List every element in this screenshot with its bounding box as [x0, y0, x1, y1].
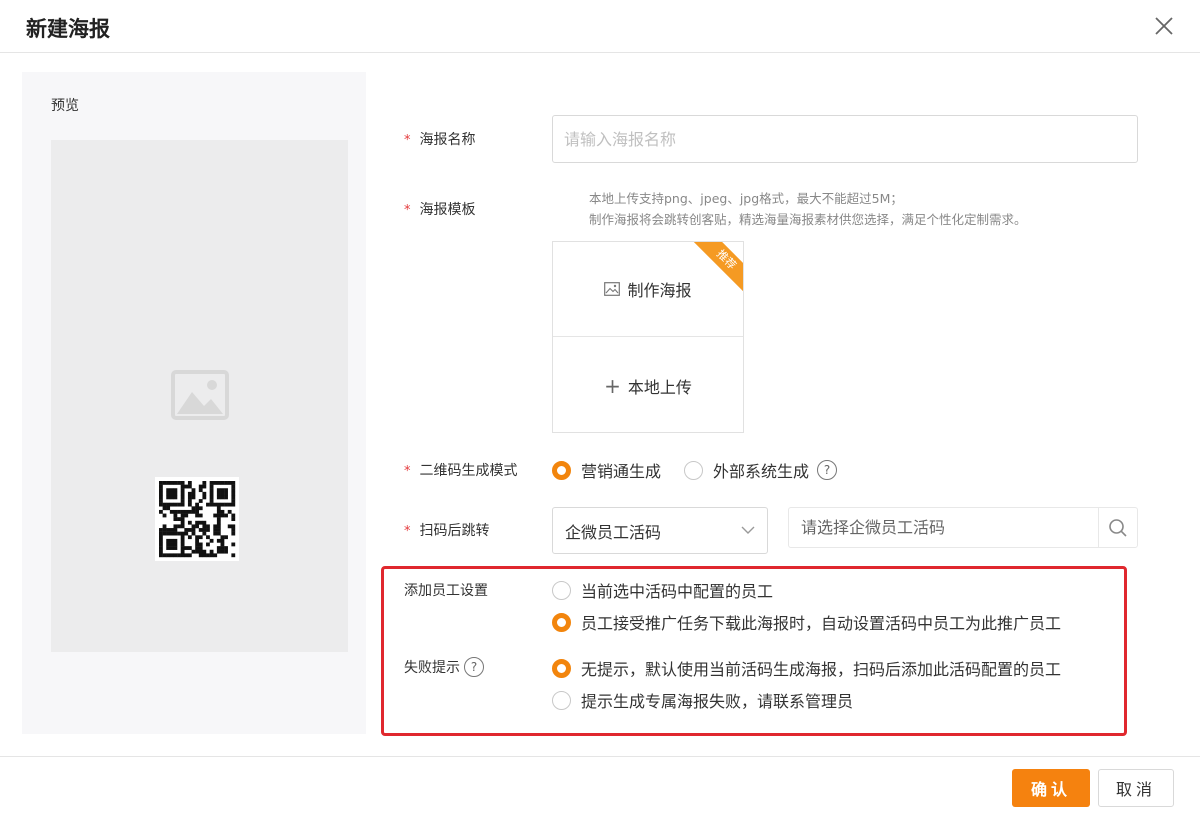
highlight-annotation-box: [381, 566, 1127, 736]
poster-template-label: * 海报模板: [404, 199, 476, 219]
close-icon: [1155, 17, 1173, 35]
required-mark: *: [404, 133, 411, 148]
confirm-button[interactable]: 确认: [1012, 769, 1090, 807]
dialog-header: 新建海报: [0, 0, 1200, 53]
qr-mode-option-label: 营销通生成: [581, 462, 662, 481]
redirect-label-text: 扫码后跳转: [419, 523, 490, 539]
help-icon[interactable]: ?: [817, 460, 838, 480]
image-icon: [604, 282, 621, 296]
qr-mode-label: * 二维码生成模式: [404, 460, 518, 480]
close-button[interactable]: [1150, 12, 1178, 40]
make-poster-label: 制作海报: [627, 281, 692, 300]
cancel-button[interactable]: 取消: [1098, 769, 1174, 807]
required-mark: *: [404, 524, 411, 539]
poster-name-label-text: 海报名称: [419, 132, 476, 148]
local-upload-button[interactable]: + 本地上传: [553, 338, 743, 432]
qr-code-image: [155, 477, 239, 561]
image-placeholder-icon: [171, 370, 229, 420]
qr-mode-option-label: 外部系统生成: [713, 462, 810, 481]
qr-mode-option-external[interactable]: 外部系统生成 ?: [684, 458, 838, 482]
radio-button[interactable]: [684, 460, 703, 480]
qr-mode-label-text: 二维码生成模式: [419, 463, 518, 479]
preview-canvas: [51, 140, 348, 652]
radio-button[interactable]: [552, 460, 571, 480]
redirect-label: * 扫码后跳转: [404, 520, 490, 540]
required-mark: *: [404, 464, 411, 479]
poster-template-label-text: 海报模板: [419, 202, 476, 218]
plus-icon: +: [604, 373, 621, 398]
preview-label: 预览: [51, 98, 79, 114]
upload-hint: 本地上传支持png、jpeg、jpg格式，最大不能超过5M； 制作海报将会跳转创…: [589, 188, 1027, 230]
poster-name-input[interactable]: [552, 115, 1138, 163]
chevron-down-icon: [741, 526, 755, 534]
dialog-title: 新建海报: [26, 17, 110, 41]
search-icon: [1109, 518, 1127, 537]
local-upload-label: 本地上传: [627, 377, 692, 397]
upload-hint-line-1: 本地上传支持png、jpeg、jpg格式，最大不能超过5M；: [589, 191, 903, 206]
qr-mode-option-marketing[interactable]: 营销通生成: [552, 458, 661, 482]
poster-template-box: 制作海报 推荐 + 本地上传: [552, 241, 744, 433]
preview-panel: 预览: [22, 72, 366, 734]
required-mark: *: [404, 203, 411, 218]
redirect-type-value: 企微员工活码: [565, 522, 662, 542]
staff-code-search-input[interactable]: [788, 507, 1098, 548]
poster-name-label: * 海报名称: [404, 129, 476, 149]
search-button[interactable]: [1098, 507, 1138, 548]
upload-hint-line-2: 制作海报将会跳转创客贴，精选海量海报素材供您选择，满足个性化定制需求。: [589, 212, 1027, 227]
redirect-type-select[interactable]: 企微员工活码: [552, 507, 768, 554]
